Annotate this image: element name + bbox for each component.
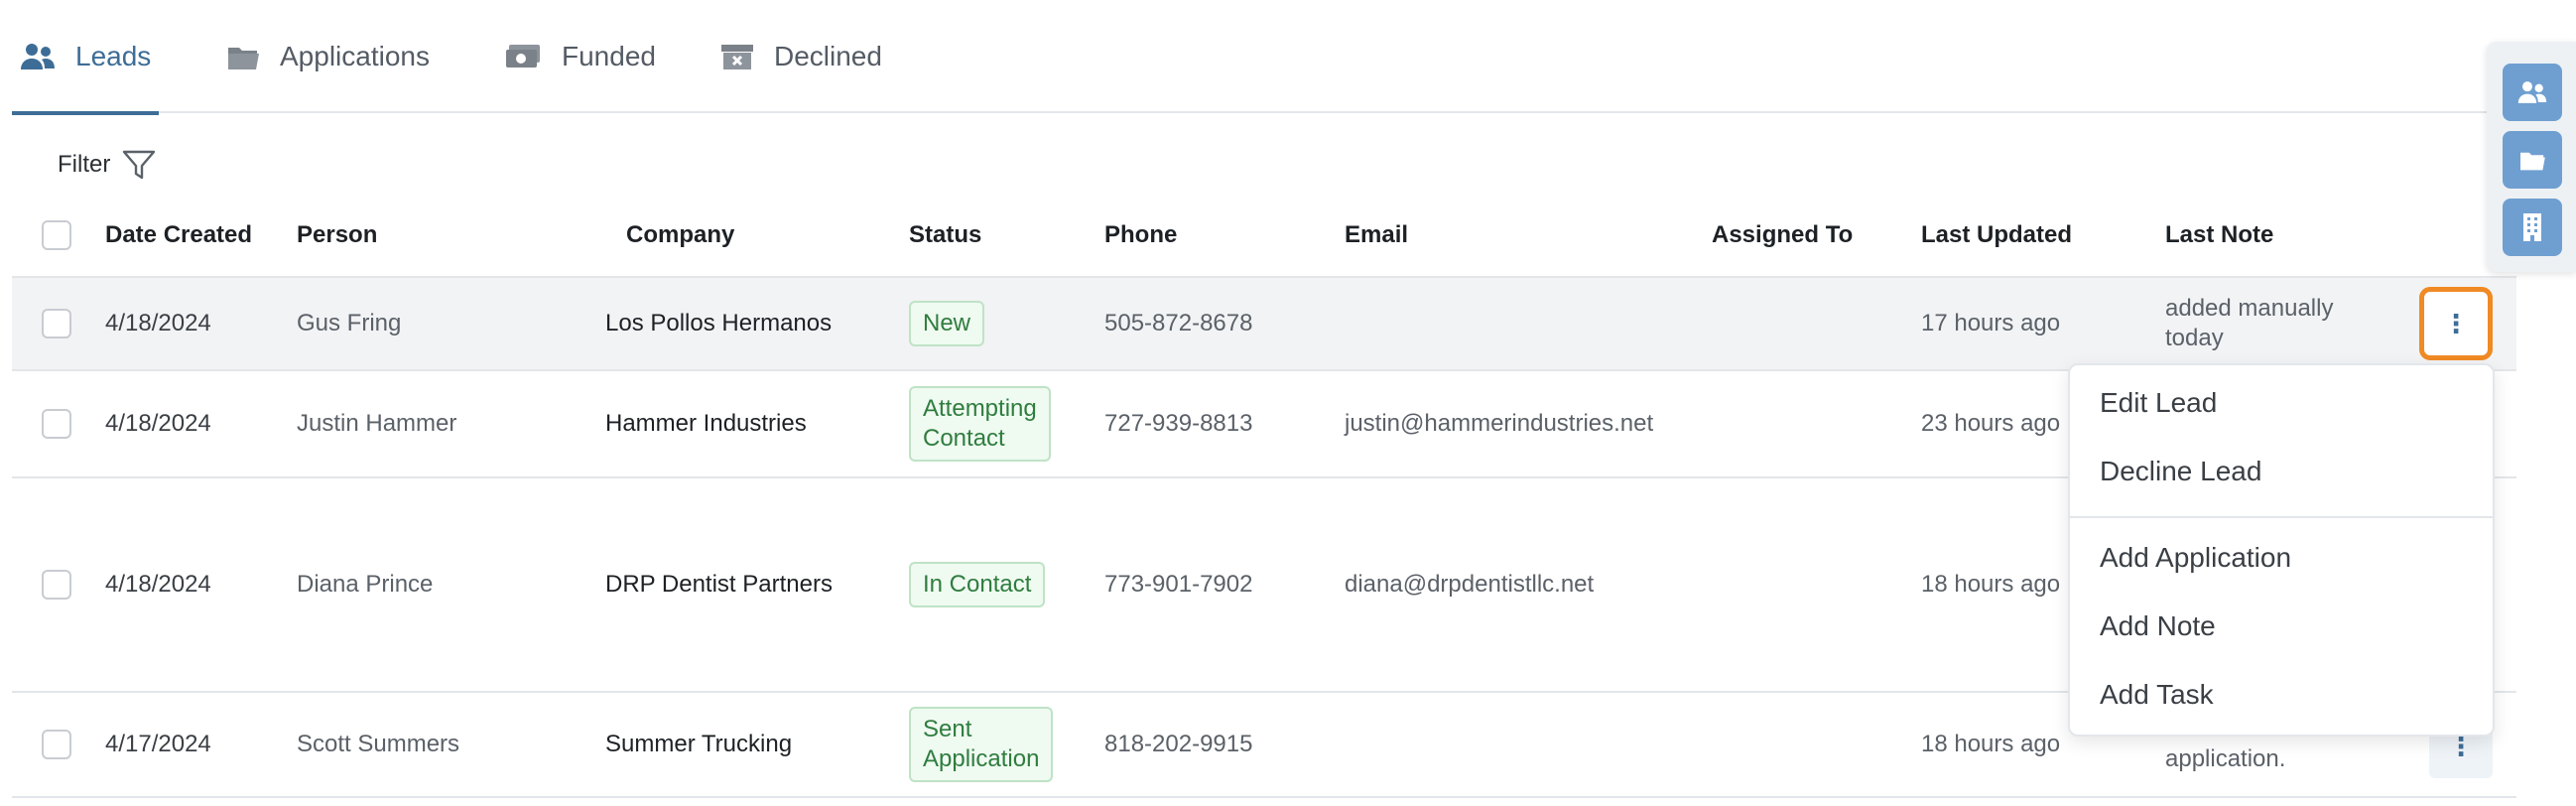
- row-last-updated: 17 hours ago: [1921, 310, 2061, 336]
- row-person: Diana Prince: [297, 571, 434, 598]
- status-line-1: New: [923, 310, 971, 336]
- row-date: 4/18/2024: [105, 410, 211, 437]
- tab-bar: Leads Applications Funded Declined: [12, 0, 2501, 115]
- money-icon: [506, 45, 540, 67]
- menu-decline-lead[interactable]: Decline Lead: [2100, 456, 2261, 487]
- header-date-created[interactable]: Date Created: [105, 195, 252, 276]
- header-person[interactable]: Person: [297, 195, 377, 276]
- table-header: Date Created Person Company Status Phone…: [12, 195, 2516, 276]
- row-phone: 773-901-7902: [1104, 571, 1253, 598]
- row-date: 4/18/2024: [105, 310, 211, 336]
- row-checkbox[interactable]: [42, 730, 71, 759]
- folder-icon: [2520, 152, 2545, 171]
- header-phone[interactable]: Phone: [1104, 195, 1177, 276]
- right-rail: [2487, 42, 2576, 272]
- row-checkbox[interactable]: [42, 309, 71, 338]
- row-actions-kebab-icon[interactable]: ⋮: [2419, 287, 2493, 360]
- row-email[interactable]: diana@drpdentistllc.net: [1345, 478, 1594, 691]
- status-badge: Attempting Contact: [909, 386, 1051, 462]
- row-company: Hammer Industries: [605, 410, 807, 437]
- status-line-2: Application: [923, 745, 1040, 772]
- row-phone: 818-202-9915: [1104, 731, 1253, 757]
- header-email[interactable]: Email: [1345, 195, 1408, 276]
- row-last-updated: 18 hours ago: [1921, 731, 2061, 757]
- funnel-icon: [123, 150, 156, 180]
- row-date: 4/17/2024: [105, 731, 211, 757]
- row-date: 4/18/2024: [105, 571, 211, 598]
- row-company: Summer Trucking: [605, 731, 793, 757]
- row-company: Los Pollos Hermanos: [605, 310, 833, 336]
- menu-edit-lead[interactable]: Edit Lead: [2100, 387, 2217, 419]
- rail-users-button[interactable]: [2503, 64, 2562, 121]
- status-badge: New: [909, 301, 985, 346]
- row-last-note: added manually today: [2165, 278, 2374, 369]
- status-line-1: Attempting: [923, 395, 1037, 422]
- table-row[interactable]: 4/18/2024 Gus Fring Los Pollos Hermanos …: [12, 276, 2516, 369]
- status-badge: Sent Application: [909, 707, 1054, 782]
- row-checkbox[interactable]: [42, 409, 71, 439]
- tab-applications[interactable]: Applications: [218, 0, 438, 113]
- menu-divider: [2070, 516, 2493, 518]
- select-all-checkbox[interactable]: [42, 220, 71, 250]
- menu-add-task[interactable]: Add Task: [2100, 679, 2214, 711]
- row-company: DRP Dentist Partners: [605, 571, 833, 598]
- note-line-1: added manually: [2165, 295, 2334, 322]
- status-line-1: In Contact: [923, 571, 1032, 598]
- status-line-1: Sent: [923, 716, 972, 742]
- row-actions-menu: Edit Lead Decline Lead Add Application A…: [2068, 363, 2495, 737]
- note-line-2: today: [2165, 325, 2224, 351]
- filter-label: Filter: [58, 151, 111, 178]
- tab-declined[interactable]: Declined: [712, 0, 890, 113]
- tab-funded-label: Funded: [562, 41, 656, 71]
- header-status[interactable]: Status: [909, 195, 981, 276]
- row-checkbox[interactable]: [42, 570, 71, 600]
- tab-applications-label: Applications: [280, 41, 430, 71]
- tab-leads[interactable]: Leads: [12, 0, 160, 115]
- row-email[interactable]: justin@hammerindustries.net: [1345, 371, 1653, 476]
- header-company[interactable]: Company: [626, 195, 734, 276]
- row-person: Justin Hammer: [297, 410, 457, 437]
- row-phone: 727-939-8813: [1104, 410, 1253, 437]
- users-icon: [2517, 81, 2547, 103]
- tab-leads-label: Leads: [75, 41, 152, 71]
- status-badge: In Contact: [909, 562, 1046, 607]
- rail-building-button[interactable]: [2503, 199, 2562, 256]
- building-icon: [2523, 213, 2541, 241]
- filter-button[interactable]: Filter: [58, 149, 156, 181]
- row-phone: 505-872-8678: [1104, 310, 1253, 336]
- row-person: Scott Summers: [297, 731, 460, 757]
- row-person: Gus Fring: [297, 310, 402, 336]
- rail-folder-button[interactable]: [2503, 131, 2562, 189]
- status-line-2: Contact: [923, 425, 1005, 452]
- header-last-note[interactable]: Last Note: [2165, 195, 2374, 276]
- menu-add-note[interactable]: Add Note: [2100, 610, 2216, 642]
- folder-icon: [228, 48, 259, 69]
- header-assigned-to[interactable]: Assigned To: [1712, 195, 1853, 276]
- tab-funded[interactable]: Funded: [496, 0, 664, 113]
- note-line-2: application.: [2165, 745, 2286, 772]
- users-icon: [21, 44, 55, 69]
- header-last-updated[interactable]: Last Updated: [1921, 195, 2072, 276]
- row-last-updated: 18 hours ago: [1921, 571, 2061, 598]
- row-last-updated: 23 hours ago: [1921, 410, 2061, 437]
- menu-add-application[interactable]: Add Application: [2100, 542, 2291, 574]
- archive-x-icon: [721, 45, 753, 69]
- tab-declined-label: Declined: [774, 41, 882, 71]
